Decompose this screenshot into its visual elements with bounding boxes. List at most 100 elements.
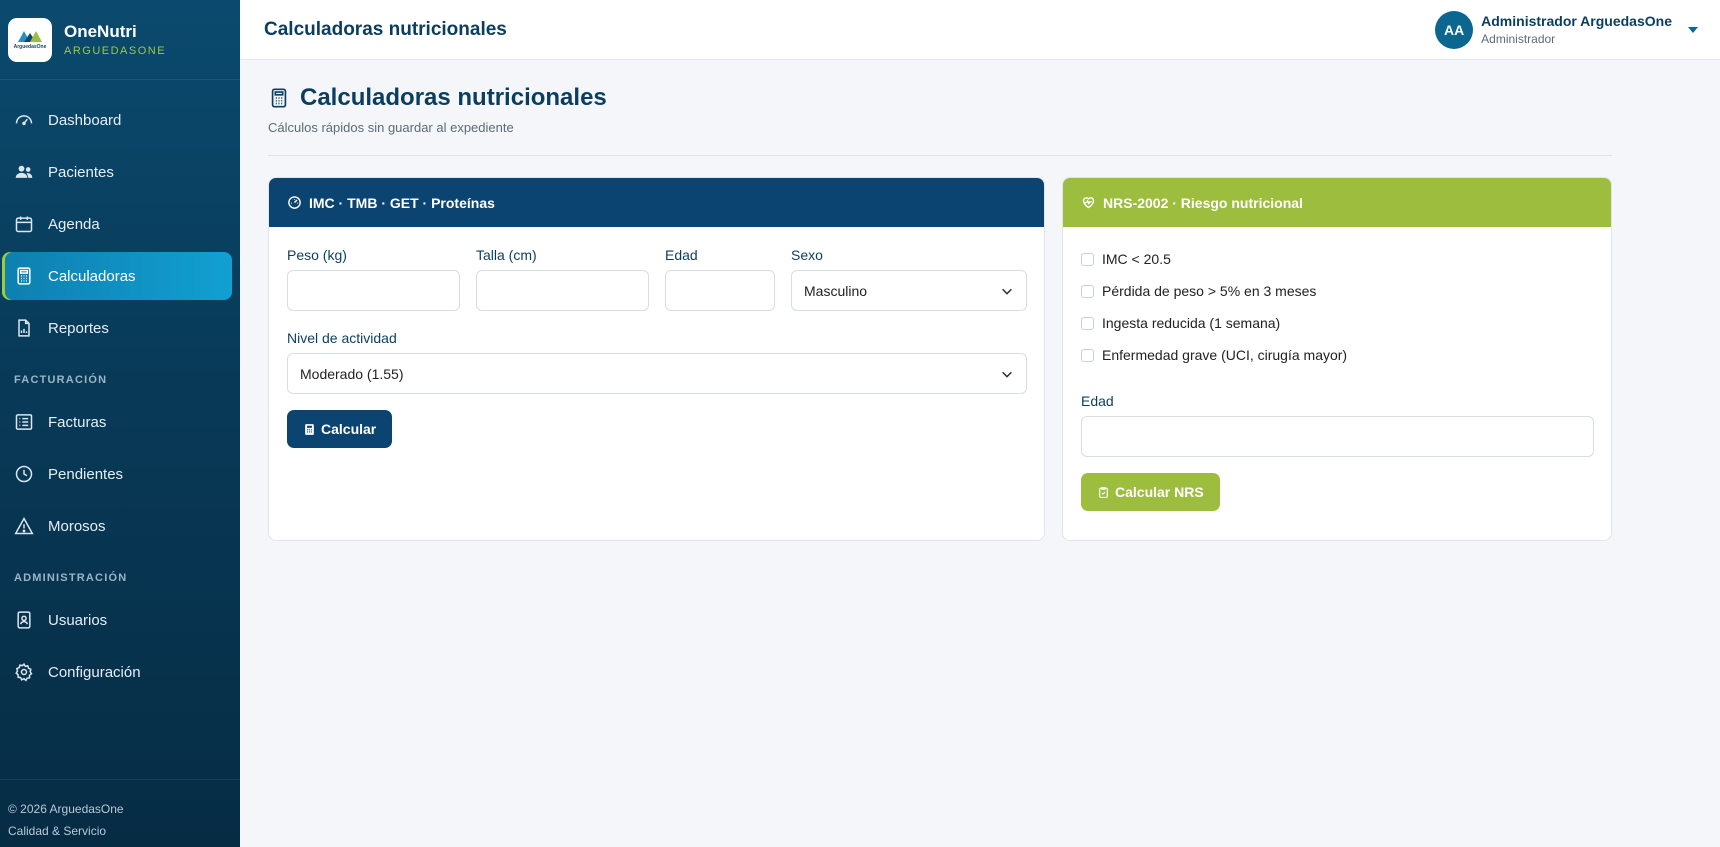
nav-section-billing: FACTURACIÓN	[14, 374, 108, 386]
nrs-check-intake[interactable]: Ingesta reducida (1 semana)	[1081, 307, 1593, 339]
chevron-down-icon	[1002, 288, 1012, 295]
sidebar-item-configuracion[interactable]: Configuración	[2, 648, 232, 696]
height-label: Talla (cm)	[476, 247, 537, 263]
calculator-icon	[17, 267, 31, 285]
gauge-icon	[288, 196, 301, 209]
card-title: NRS-2002 · Riesgo nutricional	[1103, 194, 1303, 211]
user-name: Administrador ArguedasOne	[1481, 13, 1672, 29]
sex-field-group: Sexo Masculino	[791, 247, 1027, 311]
report-icon	[18, 319, 30, 337]
brand-logo: ArguedasOne	[8, 17, 52, 62]
user-role: Administrador	[1481, 32, 1556, 46]
users-icon	[15, 165, 33, 178]
sidebar-item-morosos[interactable]: Morosos	[2, 502, 232, 550]
clipboard-check-icon	[1099, 486, 1108, 498]
calculate-button[interactable]: Calcular	[287, 410, 393, 448]
activity-field-group: Nivel de actividad Moderado (1.55)	[287, 330, 1027, 394]
nav-section-admin: ADMINISTRACIÓN	[14, 572, 128, 584]
chevron-down-icon[interactable]	[1688, 26, 1698, 33]
checkbox[interactable]	[1081, 284, 1094, 298]
weight-label: Peso (kg)	[287, 247, 347, 263]
sex-select-value: Masculino	[804, 282, 868, 299]
sidebar-item-label: Configuración	[48, 663, 141, 681]
checkbox[interactable]	[1081, 252, 1094, 266]
sidebar-item-label: Pacientes	[48, 163, 114, 181]
user-menu[interactable]: AA Administrador ArguedasOne Administrad…	[1435, 10, 1698, 49]
sidebar-item-label: Pendientes	[48, 465, 124, 483]
activity-select[interactable]: Moderado (1.55)	[287, 353, 1027, 394]
weight-field-group: Peso (kg)	[287, 247, 460, 311]
nrs-age-input[interactable]	[1081, 416, 1594, 457]
sidebar-item-label: Reportes	[48, 319, 109, 337]
calculate-nrs-button-label: Calcular NRS	[1115, 484, 1204, 500]
sidebar-item-label: Usuarios	[48, 611, 108, 629]
main-content: Calculadoras nutricionales Cálculos rápi…	[268, 60, 1612, 541]
nrs-age-label: Edad	[1081, 393, 1114, 409]
sidebar-item-calculadoras[interactable]: Calculadoras	[2, 252, 232, 300]
height-input[interactable]	[476, 270, 649, 311]
nrs-age-field-group: Edad	[1081, 393, 1594, 457]
gauge-icon	[15, 115, 33, 126]
brand-subtitle: ARGUEDASONE	[64, 45, 167, 57]
checkbox-label: Pérdida de peso > 5% en 3 meses	[1102, 283, 1317, 299]
sidebar-item-facturas[interactable]: Facturas	[2, 398, 232, 446]
brand-name: OneNutri	[64, 22, 137, 41]
checkbox-label: Enfermedad grave (UCI, cirugía mayor)	[1102, 347, 1348, 363]
height-field-group: Talla (cm)	[476, 247, 649, 311]
sidebar-item-label: Calculadoras	[48, 267, 136, 285]
sidebar-item-label: Facturas	[48, 413, 107, 431]
sidebar-item-usuarios[interactable]: Usuarios	[2, 596, 232, 644]
checkbox-label: Ingesta reducida (1 semana)	[1102, 315, 1281, 331]
card-header: NRS-2002 · Riesgo nutricional	[1063, 178, 1611, 227]
checkbox[interactable]	[1081, 348, 1094, 362]
sidebar-item-label: Agenda	[48, 215, 100, 233]
sex-label: Sexo	[791, 247, 823, 263]
logo-text: ArguedasOne	[13, 43, 47, 50]
nrs-check-imc[interactable]: IMC < 20.5	[1081, 243, 1593, 275]
nrs-calculator-card: NRS-2002 · Riesgo nutricional IMC < 20.5…	[1062, 177, 1612, 541]
page-subtitle: Cálculos rápidos sin guardar al expedien…	[268, 120, 514, 135]
sidebar: ArguedasOne OneNutri ARGUEDASONE Dashboa…	[0, 0, 240, 847]
card-title: IMC · TMB · GET · Proteínas	[309, 194, 495, 211]
activity-label: Nivel de actividad	[287, 330, 397, 346]
brand[interactable]: ArguedasOne OneNutri ARGUEDASONE	[0, 0, 240, 80]
footer-copyright: © 2026 ArguedasOne	[8, 802, 124, 816]
page-title-text: Calculadoras nutricionales	[300, 84, 607, 111]
age-input[interactable]	[665, 270, 775, 311]
sidebar-item-pendientes[interactable]: Pendientes	[2, 450, 232, 498]
gear-icon	[15, 662, 33, 682]
page-title: Calculadoras nutricionales	[268, 84, 1612, 112]
id-badge-icon	[17, 611, 31, 629]
calendar-icon	[15, 216, 33, 233]
topbar-title: Calculadoras nutricionales	[264, 18, 507, 40]
sidebar-item-label: Morosos	[48, 517, 106, 535]
calculate-nrs-button[interactable]: Calcular NRS	[1081, 473, 1220, 511]
footer-tagline: Calidad & Servicio	[8, 824, 107, 838]
mountain-logo-icon	[18, 30, 42, 42]
nrs-check-disease[interactable]: Enfermedad grave (UCI, cirugía mayor)	[1081, 339, 1593, 371]
calculator-icon	[305, 423, 314, 435]
sidebar-footer: © 2026 ArguedasOne Calidad & Servicio	[0, 779, 240, 847]
calculate-button-label: Calcular	[321, 421, 377, 437]
clock-icon	[15, 465, 33, 483]
sidebar-item-pacientes[interactable]: Pacientes	[2, 148, 232, 196]
topbar: Calculadoras nutricionales AA Administra…	[240, 0, 1720, 60]
invoice-icon	[15, 414, 33, 430]
checkbox-label: IMC < 20.5	[1102, 251, 1171, 267]
nrs-check-weight-loss[interactable]: Pérdida de peso > 5% en 3 meses	[1081, 275, 1593, 307]
age-label: Edad	[665, 247, 698, 263]
age-field-group: Edad	[665, 247, 775, 311]
checkbox[interactable]	[1081, 316, 1094, 330]
imc-calculator-card: IMC · TMB · GET · Proteínas Peso (kg) Ta…	[268, 177, 1045, 541]
page-header: Calculadoras nutricionales Cálculos rápi…	[268, 60, 1612, 156]
avatar[interactable]: AA	[1435, 10, 1474, 49]
sidebar-item-label: Dashboard	[48, 111, 122, 129]
sex-select[interactable]: Masculino	[791, 270, 1027, 311]
sidebar-item-agenda[interactable]: Agenda	[2, 200, 232, 248]
warning-icon	[14, 516, 34, 535]
weight-input[interactable]	[287, 270, 460, 311]
heart-pulse-icon	[1082, 197, 1095, 209]
chevron-down-icon	[1002, 371, 1012, 378]
sidebar-item-dashboard[interactable]: Dashboard	[2, 96, 232, 144]
sidebar-item-reportes[interactable]: Reportes	[2, 304, 232, 352]
